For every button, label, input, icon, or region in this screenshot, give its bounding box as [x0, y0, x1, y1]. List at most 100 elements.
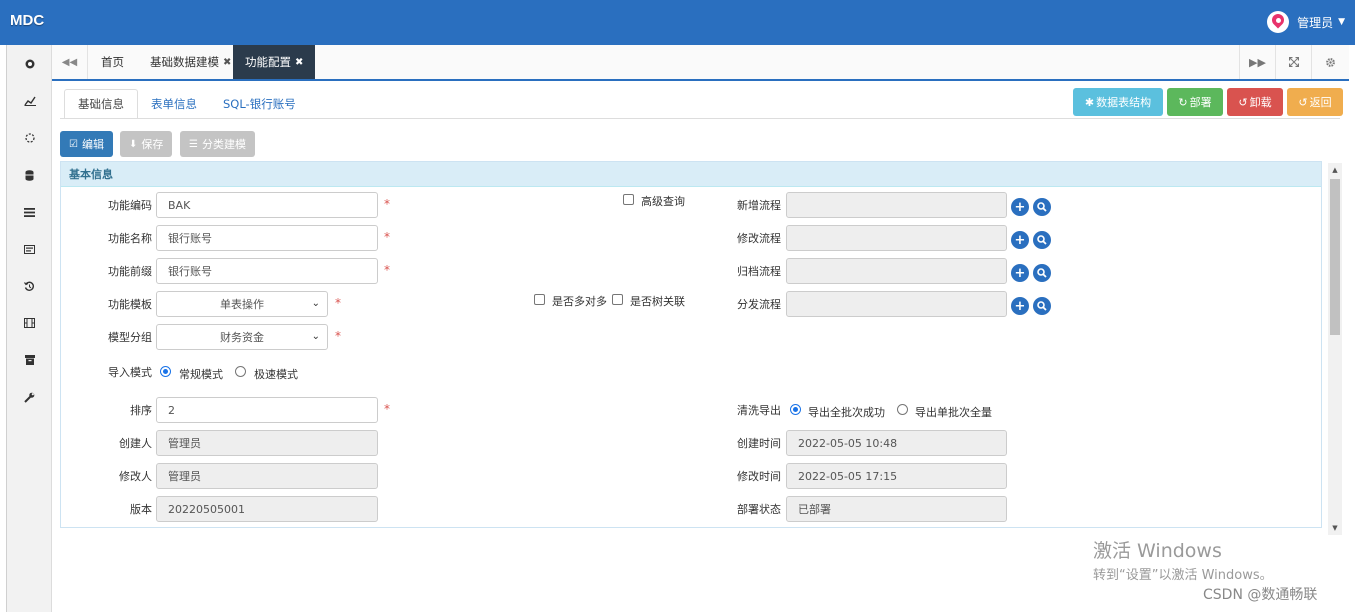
table-structure-button[interactable]: ✱ 数据表结构 [1073, 88, 1163, 116]
subtab-sql-bank-account[interactable]: SQL-银行账号 [210, 89, 309, 119]
settings-button[interactable] [1311, 45, 1349, 79]
panel-title: 基本信息 [61, 162, 1321, 187]
clean-export-all-batch-label: 导出全批次成功 [808, 406, 885, 419]
subtab-form-info[interactable]: 表单信息 [138, 89, 210, 119]
func-name-input[interactable]: 银行账号 [156, 225, 378, 251]
modify-time-label: 修改时间 [737, 470, 781, 483]
button-label: 部署 [1189, 96, 1212, 109]
sort-input[interactable]: 2 [156, 397, 378, 423]
required-mark: * [384, 197, 390, 211]
user-menu[interactable]: 管理员 ▼ [1267, 11, 1345, 33]
fullscreen-button[interactable] [1275, 45, 1311, 79]
deploy-button[interactable]: ↻ 部署 [1167, 88, 1223, 116]
scroll-thumb[interactable] [1330, 179, 1340, 335]
archive-flow-input[interactable] [786, 258, 1007, 284]
save-button[interactable]: ⬇ 保存 [120, 131, 173, 157]
scroll-down-icon[interactable]: ▼ [1328, 521, 1342, 535]
import-mode-fast-radio[interactable] [235, 366, 246, 377]
button-label: 分类建模 [201, 138, 246, 151]
search-dispatch-flow-button[interactable] [1033, 297, 1051, 315]
page-tab-data-modeling[interactable]: 基础数据建模 ✖ [138, 45, 243, 79]
sidebar-item-dashboard[interactable] [7, 52, 52, 76]
model-group-select[interactable]: 财务资金 ⌄ [156, 324, 328, 350]
line-chart-icon [23, 96, 36, 106]
add-new-flow-button[interactable]: + [1011, 198, 1029, 216]
page-tab-function-config[interactable]: 功能配置 ✖ [233, 45, 316, 79]
csdn-watermark: CSDN @数通畅联 [1203, 587, 1318, 603]
tabs-scroll-left-button[interactable]: ◀◀ [52, 45, 88, 79]
new-flow-input[interactable] [786, 192, 1007, 218]
undo-icon: ↺ [1238, 95, 1248, 109]
new-flow-label: 新增流程 [737, 199, 781, 212]
page-tab-label: 基础数据建模 [150, 55, 219, 69]
button-label: 返回 [1309, 96, 1332, 109]
close-icon[interactable]: ✖ [223, 57, 231, 68]
sub-tabs: 基础信息 表单信息 SQL-银行账号 [64, 89, 309, 119]
required-mark: * [384, 230, 390, 244]
sidebar [6, 45, 52, 612]
page-tabs-bar: ◀◀ 首页 基础数据建模 ✖ 功能配置 ✖ ▶▶ [52, 45, 1349, 81]
sidebar-item-archive[interactable] [7, 348, 52, 372]
sidebar-item-chart[interactable] [7, 89, 52, 113]
add-edit-flow-button[interactable]: + [1011, 231, 1029, 249]
undeploy-button[interactable]: ↺ 卸载 [1227, 88, 1283, 116]
close-icon[interactable]: ✖ [295, 57, 303, 68]
chevron-down-icon: ⌄ [311, 298, 320, 309]
func-prefix-input[interactable]: 银行账号 [156, 258, 378, 284]
search-edit-flow-button[interactable] [1033, 231, 1051, 249]
dispatch-flow-input[interactable] [786, 291, 1007, 317]
sidebar-item-tools[interactable] [7, 385, 52, 409]
search-new-flow-button[interactable] [1033, 198, 1051, 216]
clean-export-single-batch-radio[interactable] [897, 404, 908, 415]
creator-input: 管理员 [156, 430, 378, 456]
import-mode-normal-radio[interactable] [160, 366, 171, 377]
sort-label: 排序 [130, 404, 152, 417]
select-value: 单表操作 [220, 298, 264, 311]
edit-flow-input[interactable] [786, 225, 1007, 251]
sidebar-item-list[interactable] [7, 200, 52, 224]
required-mark: * [384, 263, 390, 277]
button-label: 数据表结构 [1096, 96, 1152, 109]
database-icon [25, 169, 34, 181]
add-dispatch-flow-button[interactable]: + [1011, 297, 1029, 315]
scroll-up-icon[interactable]: ▲ [1328, 163, 1342, 177]
func-template-select[interactable]: 单表操作 ⌄ [156, 291, 328, 317]
sidebar-item-loading[interactable] [7, 126, 52, 150]
back-button[interactable]: ↺ 返回 [1287, 88, 1343, 116]
classify-model-button[interactable]: ☰ 分类建模 [180, 131, 255, 157]
search-icon [1037, 202, 1047, 212]
sidebar-item-history[interactable] [7, 274, 52, 298]
sidebar-item-database[interactable] [7, 163, 52, 187]
deploy-status-input: 已部署 [786, 496, 1007, 522]
search-archive-flow-button[interactable] [1033, 264, 1051, 282]
advanced-query-label: 高级查询 [641, 195, 685, 208]
advanced-query-checkbox[interactable] [623, 194, 634, 205]
create-time-label: 创建时间 [737, 437, 781, 450]
page-tab-label: 功能配置 [245, 55, 291, 69]
modifier-input: 管理员 [156, 463, 378, 489]
multi-to-many-label: 是否多对多 [552, 295, 607, 308]
search-icon [1037, 235, 1047, 245]
tree-relation-checkbox[interactable] [612, 294, 623, 305]
search-icon [1037, 268, 1047, 278]
circle-dot-icon [25, 59, 34, 69]
modifier-label: 修改人 [119, 470, 152, 483]
spinner-icon [24, 133, 35, 143]
chevron-down-icon: ⌄ [311, 331, 320, 342]
clean-export-all-batch-radio[interactable] [790, 404, 801, 415]
sidebar-item-form[interactable] [7, 237, 52, 261]
subtab-basic-info[interactable]: 基础信息 [64, 89, 138, 119]
sidebar-item-film[interactable] [7, 311, 52, 335]
clean-export-single-batch-label: 导出单批次全量 [915, 406, 992, 419]
tabs-scroll-right-button[interactable]: ▶▶ [1239, 45, 1275, 79]
edit-button[interactable]: ☑ 编辑 [60, 131, 113, 157]
tree-relation-label: 是否树关联 [630, 295, 685, 308]
func-code-label: 功能编码 [108, 199, 152, 212]
multi-to-many-checkbox[interactable] [534, 294, 545, 305]
page-tab-home[interactable]: 首页 [89, 45, 136, 79]
add-archive-flow-button[interactable]: + [1011, 264, 1029, 282]
func-code-input[interactable]: BAK [156, 192, 378, 218]
button-label: 保存 [141, 138, 164, 151]
form-scrollbar[interactable]: ▲ ▼ [1328, 163, 1342, 535]
plus-icon: + [1014, 265, 1026, 281]
